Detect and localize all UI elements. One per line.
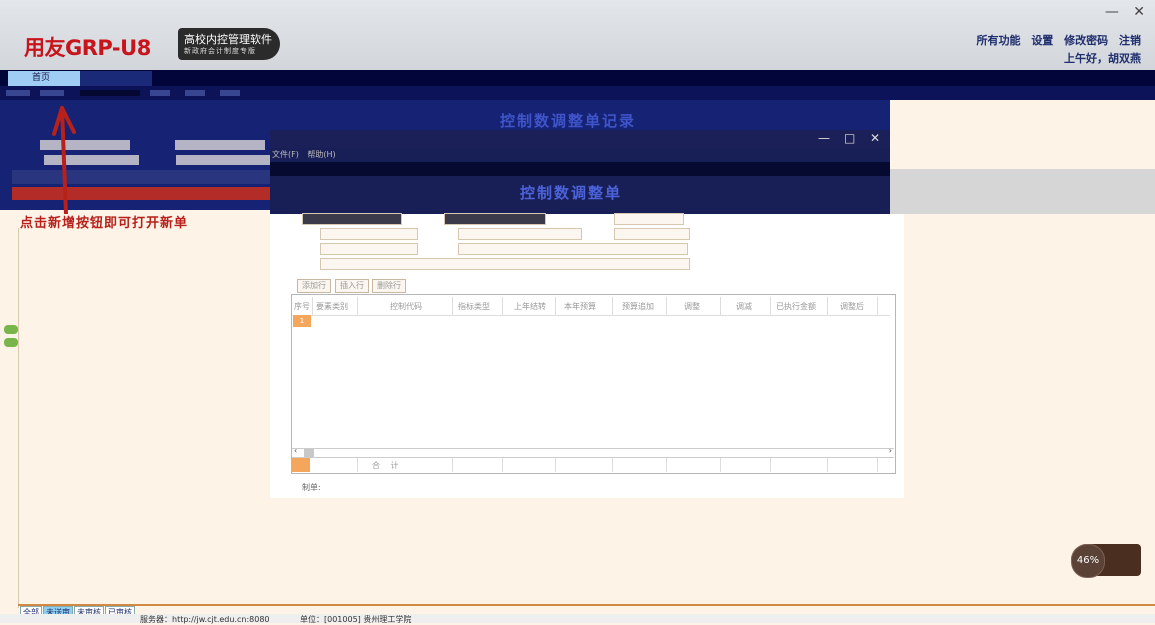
menu-logout[interactable]: 注销 bbox=[1119, 34, 1141, 47]
col-decrease: 调减 bbox=[736, 302, 752, 311]
dialog-minimize-icon[interactable]: — bbox=[818, 131, 830, 145]
panel-right-gray bbox=[890, 169, 1155, 214]
menu-all-functions[interactable]: 所有功能 bbox=[976, 34, 1020, 47]
left-edge bbox=[0, 228, 19, 608]
menu-settings[interactable]: 设置 bbox=[1031, 34, 1053, 47]
dialog-close-icon[interactable]: ✕ bbox=[870, 131, 880, 145]
status-server: 服务器：http://jw.cjt.edu.cn:8080 bbox=[140, 615, 270, 624]
sum-row: 合 计 bbox=[292, 457, 894, 472]
col-adjust: 调整 bbox=[684, 302, 700, 311]
minimize-button[interactable]: — bbox=[1105, 4, 1119, 20]
col-budget-addition: 预算追加 bbox=[622, 302, 654, 311]
add-row-button[interactable]: 添加行 bbox=[297, 279, 331, 293]
insert-row-button[interactable]: 插入行 bbox=[335, 279, 369, 293]
dialog-maximize-icon[interactable]: □ bbox=[844, 131, 855, 145]
menu-file[interactable]: 文件(F) bbox=[272, 150, 299, 159]
sub-nav bbox=[0, 86, 1155, 100]
field-a[interactable] bbox=[614, 213, 684, 225]
close-button[interactable]: ✕ bbox=[1133, 4, 1145, 20]
summary-field[interactable] bbox=[458, 243, 688, 255]
cpu-percent[interactable]: 46% bbox=[1071, 544, 1105, 578]
delete-row-button[interactable]: 删除行 bbox=[372, 279, 406, 293]
doc-date-field[interactable] bbox=[444, 213, 546, 225]
logo-text: 用友GRP-U8 bbox=[24, 36, 151, 60]
tab-home[interactable]: 首页 bbox=[8, 71, 80, 86]
logo-badge-line2: 新政府会计制度专版 bbox=[184, 47, 256, 55]
col-seq: 序号 bbox=[294, 302, 310, 311]
sum-label: 合 计 bbox=[372, 461, 403, 470]
scroll-right-icon[interactable]: › bbox=[889, 446, 892, 455]
window-controls: — ✕ bbox=[1095, 4, 1145, 20]
logo-badge-line1: 高校内控管理软件 bbox=[184, 33, 272, 46]
col-prior-carryover: 上年结转 bbox=[514, 302, 546, 311]
menu-change-password[interactable]: 修改密码 bbox=[1064, 34, 1108, 47]
logo-badge: 高校内控管理软件 新政府会计制度专版 bbox=[178, 28, 280, 60]
side-handle-icon[interactable] bbox=[4, 338, 18, 347]
col-executed: 已执行金额 bbox=[776, 302, 816, 311]
tab-active-module[interactable] bbox=[80, 71, 152, 86]
arrow-annotation bbox=[52, 106, 76, 214]
dialog-titlebar: — □ ✕ bbox=[270, 130, 890, 148]
project-field[interactable] bbox=[458, 228, 582, 240]
col-current-budget: 本年预算 bbox=[564, 302, 596, 311]
selected-row[interactable] bbox=[12, 187, 270, 200]
col-indicator-type: 指标类型 bbox=[458, 302, 490, 311]
greeting: 上午好，胡双燕 bbox=[1064, 52, 1141, 65]
list-header bbox=[12, 170, 270, 184]
grid-row-number[interactable]: 1 bbox=[293, 315, 311, 327]
dept-field[interactable] bbox=[320, 228, 418, 240]
applicant-field[interactable] bbox=[320, 243, 418, 255]
detail-grid bbox=[291, 294, 896, 474]
col-after-adjust: 调整后 bbox=[840, 302, 864, 311]
dialog-toolbar bbox=[270, 162, 890, 176]
col-element-type: 要素类别 bbox=[316, 302, 348, 311]
doc-number-field[interactable] bbox=[302, 213, 402, 225]
instruction-banner: 点击新增按钮即可打开新单 bbox=[20, 216, 189, 231]
nav-bar bbox=[0, 70, 1155, 86]
dialog-menu: 文件(F) 帮助(H) bbox=[272, 149, 336, 160]
dialog-title: 控制数调整单 bbox=[520, 184, 623, 202]
panel-title: 控制数调整单记录 bbox=[500, 112, 637, 130]
maker-label: 制单: bbox=[302, 483, 321, 492]
scroll-left-icon[interactable]: ‹ bbox=[294, 446, 297, 455]
grid-header: 序号 要素类别 控制代码 指标类型 上年结转 本年预算 预算追加 调整 调减 已… bbox=[292, 297, 890, 316]
field-b[interactable] bbox=[614, 228, 690, 240]
top-menu: 所有功能 设置 修改密码 注销 bbox=[969, 32, 1141, 48]
adjust-note-field[interactable] bbox=[320, 258, 690, 270]
status-unit: 单位：[001005] 贵州理工学院 bbox=[300, 615, 412, 624]
bottom-divider bbox=[18, 604, 1155, 606]
filter-field-2[interactable] bbox=[176, 155, 270, 165]
side-handle-icon[interactable] bbox=[4, 325, 18, 334]
status-bar: 服务器：http://jw.cjt.edu.cn:8080 单位：[001005… bbox=[0, 614, 1155, 624]
col-control-code: 控制代码 bbox=[390, 302, 422, 311]
date-to-field[interactable] bbox=[175, 140, 265, 150]
menu-help[interactable]: 帮助(H) bbox=[307, 150, 335, 159]
